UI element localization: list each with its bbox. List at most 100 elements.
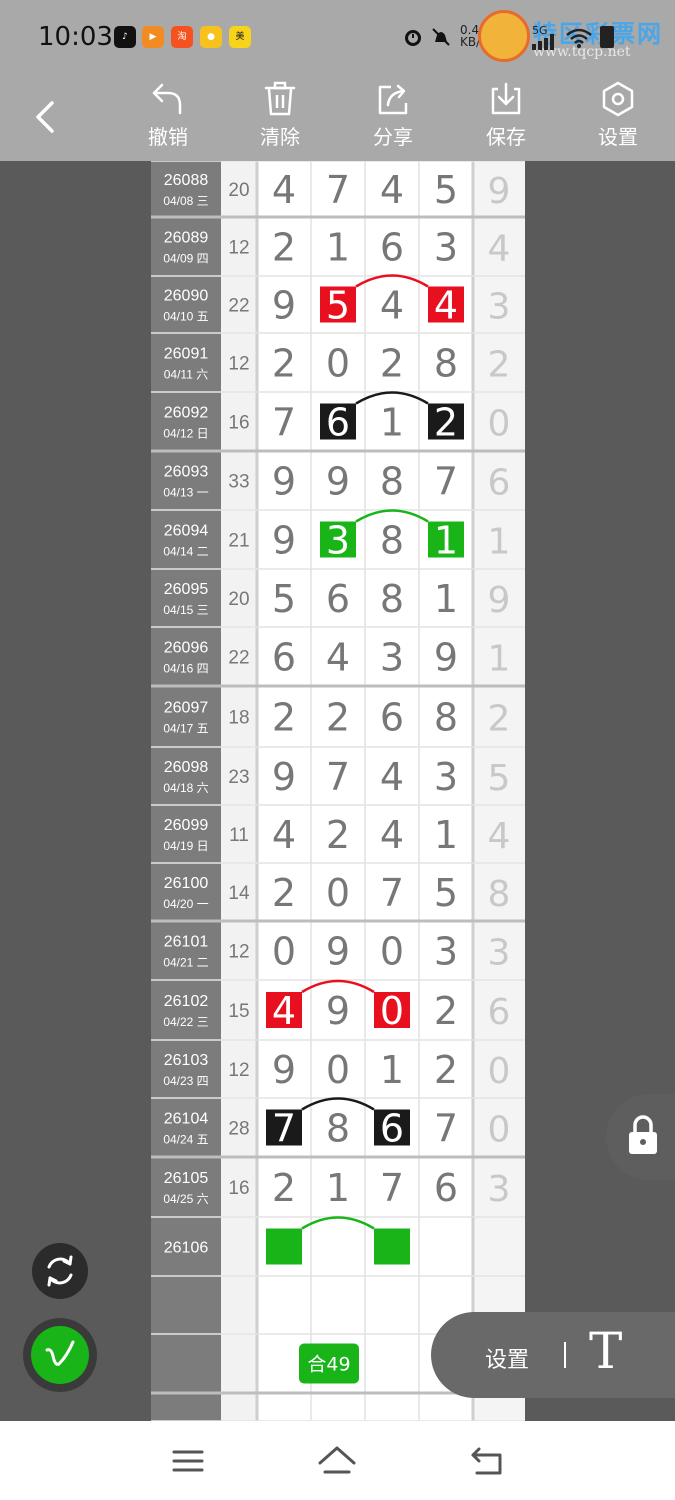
sum-value: 12: [228, 238, 249, 259]
clear-button[interactable]: 清除: [240, 81, 320, 157]
digit-cell: 9: [326, 989, 350, 1033]
download-icon: [491, 82, 521, 115]
toolbar: 撤销 清除 分享 保存 设置: [0, 75, 675, 161]
wifi-icon: [566, 28, 592, 48]
pen-button[interactable]: [23, 1318, 97, 1392]
tail-digit: 1: [488, 639, 511, 680]
digit-cell: 3: [434, 226, 458, 270]
sum-value: 33: [228, 472, 249, 493]
tail-digit: 3: [488, 287, 511, 328]
sum-value: 12: [228, 942, 249, 963]
digit-cell: 9: [272, 519, 296, 563]
text-settings-label[interactable]: 设置: [485, 1342, 529, 1374]
tail-digit: 4: [488, 229, 511, 270]
home-icon: [318, 1446, 356, 1474]
digit-cell: 5: [434, 871, 458, 915]
digit-cell: 6: [326, 577, 350, 621]
digit-cell: 4: [380, 813, 404, 857]
sum-value: 22: [228, 648, 249, 669]
pen-stroke-icon: [45, 1340, 75, 1366]
digit-cell: 8: [380, 577, 404, 621]
digit-cell: 3: [380, 636, 404, 680]
issue-id: 26105: [164, 1170, 209, 1187]
back-nav-button[interactable]: [466, 1443, 510, 1479]
refresh-icon: [47, 1255, 73, 1287]
highlight-box: [374, 1228, 410, 1265]
tail-digit: 6: [488, 463, 511, 504]
back-nav-icon: [471, 1447, 502, 1475]
back-arrow-icon: [36, 101, 54, 133]
digit-cell: 6: [434, 1166, 458, 1210]
digit-cell: 5: [326, 284, 350, 328]
menu-button[interactable]: [166, 1443, 210, 1479]
digit-cell: 9: [272, 1048, 296, 1092]
digit-cell: 1: [380, 1048, 404, 1092]
tail-digit: 3: [488, 1169, 511, 1210]
trash-icon: [264, 81, 296, 116]
tail-digit: 2: [488, 345, 511, 386]
digit-cell: 6: [380, 696, 404, 740]
digit-cell: 0: [380, 989, 404, 1033]
save-label: 保存: [486, 125, 526, 149]
status-bar: 10:03 ♪ ▶ 淘 ● 美 0.41 KB/s 特区彩票网 www.tqcp.…: [0, 0, 675, 75]
undo-button[interactable]: 撤销: [128, 81, 208, 157]
issue-id: 26096: [164, 640, 209, 657]
issue-date: 04/09 四: [163, 252, 208, 266]
digit-cell: 0: [272, 930, 296, 974]
digit-cell: 2: [272, 342, 296, 386]
digit-cell: 5: [434, 168, 458, 212]
tiktok-icon: ♪: [114, 26, 136, 48]
issue-date: 04/20 一: [163, 897, 208, 911]
digit-cell: 2: [272, 1166, 296, 1210]
issue-date: 04/22 三: [163, 1015, 208, 1029]
mute-icon: [430, 26, 452, 48]
digit-cell: 0: [380, 930, 404, 974]
settings-button[interactable]: 设置: [578, 81, 658, 157]
issue-id: 26098: [164, 759, 209, 776]
share-button[interactable]: 分享: [353, 81, 433, 157]
digit-cell: 7: [326, 168, 350, 212]
digit-cell: 2: [380, 342, 404, 386]
digit-cell: 4: [380, 755, 404, 799]
sum-value: 16: [228, 1178, 249, 1199]
issue-date: 04/19 日: [163, 839, 208, 853]
save-button[interactable]: 保存: [466, 81, 546, 157]
sum-value: 14: [228, 883, 250, 904]
refresh-button[interactable]: [32, 1243, 88, 1299]
lock-button[interactable]: [606, 1094, 675, 1180]
digit-cell: 6: [272, 636, 296, 680]
issue-id: 26104: [164, 1111, 209, 1128]
digit-cell: 3: [434, 755, 458, 799]
issue-id: 26088: [164, 172, 209, 189]
home-button[interactable]: [315, 1441, 359, 1481]
back-button[interactable]: [30, 97, 64, 137]
tail-digit: 9: [488, 580, 511, 621]
issue-date: 04/21 二: [163, 956, 208, 970]
digit-cell: 0: [326, 871, 350, 915]
trend-grid[interactable]: 2608804/08 三 20 4 7 4 5 92608904/09 四 12 2 1 6 3 426…: [151, 161, 525, 1421]
issue-id: 26091: [164, 346, 209, 363]
text-T-icon[interactable]: T: [589, 1322, 622, 1380]
meituan-icon: 美: [229, 26, 251, 48]
issue-id: 26095: [164, 581, 209, 598]
digit-cell: 8: [380, 519, 404, 563]
digit-cell: 6: [326, 401, 350, 445]
menu-icon: [172, 1450, 204, 1472]
digit-cell: 9: [272, 755, 296, 799]
issue-id: 26099: [164, 817, 209, 834]
taobao-icon: 淘: [171, 26, 193, 48]
sum-value: 18: [228, 708, 249, 729]
digit-cell: 9: [272, 460, 296, 504]
tail-digit: 1: [488, 522, 511, 563]
issue-date: 04/13 一: [163, 486, 208, 500]
sum-column: [221, 161, 257, 1421]
text-settings-pill[interactable]: 设置 T: [431, 1312, 675, 1398]
tail-digit: 6: [488, 992, 511, 1033]
digit-cell: 4: [326, 636, 350, 680]
digit-cell: 7: [434, 460, 458, 504]
digit-cell: 7: [380, 871, 404, 915]
digit-cell: 7: [272, 401, 296, 445]
issue-id: 26106: [164, 1240, 209, 1257]
trend-sheet[interactable]: 26088 04/08 三 20 4 7 4 5 9 26089 04/09 四 12 2 1 6 3 4 26…: [151, 161, 525, 1421]
link-arc: [301, 1216, 375, 1230]
